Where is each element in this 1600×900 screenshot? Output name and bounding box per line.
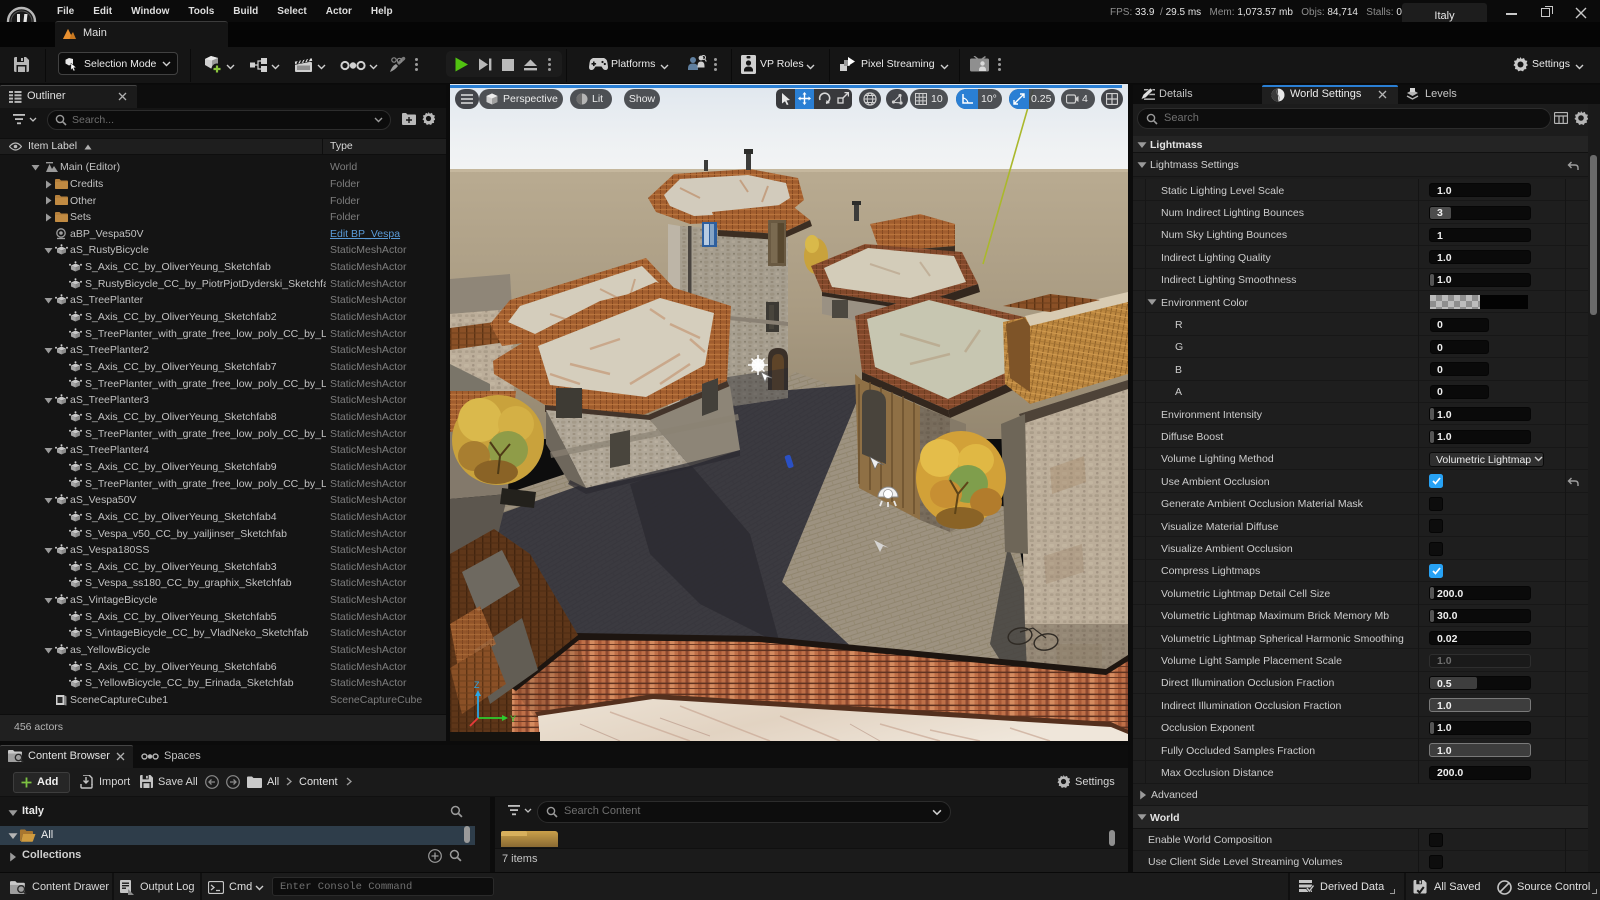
svg-text:Z: Z <box>474 680 480 690</box>
svg-text:Y: Y <box>510 714 516 724</box>
